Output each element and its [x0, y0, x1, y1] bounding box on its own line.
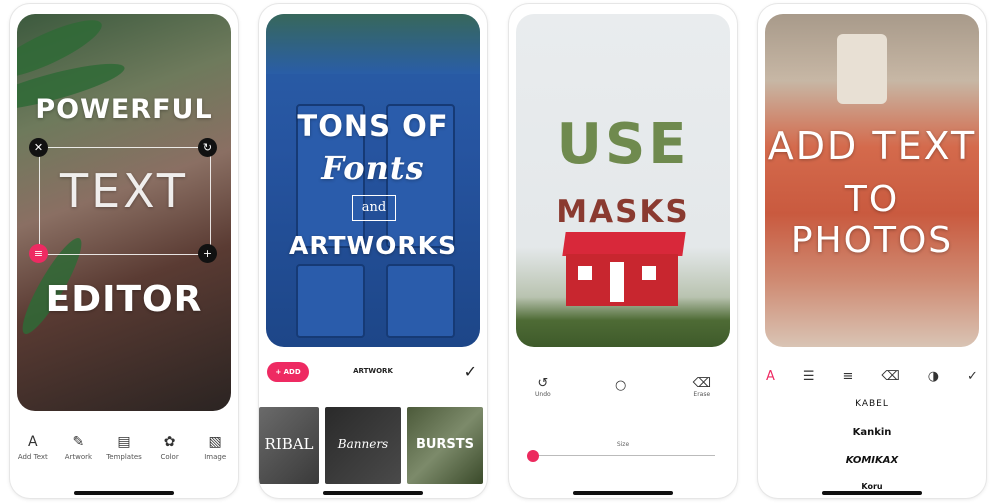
photo-canvas: ADD TEXT TO PHOTOS [765, 14, 979, 347]
foliage-decoration [266, 14, 480, 74]
phone-mockup-add-text-to-photos: ADD TEXT TO PHOTOS A ☰ ≡ ⌫ ◑ ✓ KABEL Kan… [758, 4, 986, 498]
phone-mockup-fonts-artworks: TONS OF Fonts and ARTWORKS + ADD ARTWORK… [259, 4, 487, 498]
headline-powerful[interactable]: POWERFUL [17, 94, 231, 125]
thumbnail-label: Banners [337, 437, 389, 451]
delete-handle-icon[interactable]: ✕ [29, 138, 48, 157]
pencil-icon: ✎ [72, 434, 85, 450]
confirm-check-icon[interactable]: ✓ [464, 362, 477, 381]
thumbnail-label: BURSTS [415, 437, 475, 452]
phone-mockup-use-masks: USE MASKS ↺ Undo ○ ⌫ Erase Size [509, 4, 737, 498]
adjust-sliders-icon[interactable]: ☰ [803, 369, 815, 384]
house-roof [562, 232, 686, 256]
artwork-thumbnail[interactable]: RIBAL [259, 407, 319, 484]
image-label: Image [204, 453, 227, 461]
size-slider-knob[interactable] [527, 450, 539, 462]
confirm-check-icon[interactable]: ✓ [967, 369, 978, 384]
headline-artworks[interactable]: ARTWORKS [266, 231, 480, 260]
add-text-label: Add Text [17, 453, 48, 461]
house-window [578, 266, 592, 280]
undo-label: Undo [535, 391, 551, 398]
photo-canvas: USE MASKS [516, 14, 730, 347]
eraser-icon: ⌫ [692, 376, 711, 391]
size-slider-track[interactable] [531, 455, 715, 456]
artwork-thumbnail[interactable]: Banners [325, 407, 401, 484]
rotate-handle-icon[interactable]: ↻ [198, 138, 217, 157]
eraser-icon[interactable]: ⌫ [881, 369, 899, 384]
align-icon[interactable]: ≡ [843, 369, 854, 384]
circle-brush-icon: ○ [615, 378, 627, 393]
size-label: Size [616, 441, 630, 448]
artwork-thumbnail[interactable]: BURSTS [407, 407, 483, 484]
artwork-section-label: ARTWORK [353, 367, 393, 375]
erase-label: Erase [693, 391, 711, 398]
text-a-icon: A [28, 434, 38, 450]
font-option-kankin[interactable]: Kankin [758, 427, 986, 438]
font-option-koru[interactable]: Koru [758, 482, 986, 491]
artwork-button[interactable]: ✎ Artwork [56, 434, 100, 461]
image-icon: ▧ [208, 434, 222, 450]
headline-fonts[interactable]: Fonts [266, 149, 480, 187]
text-style-toolbar: A ☰ ≡ ⌫ ◑ ✓ [766, 369, 978, 384]
editor-toolbar: A Add Text ✎ Artwork ▤ Templates ✿ Color… [10, 434, 238, 461]
home-indicator [573, 491, 673, 495]
headline-editor[interactable]: EDITOR [17, 279, 231, 320]
font-option-kabel[interactable]: KABEL [758, 399, 986, 409]
door-panel [296, 264, 365, 338]
mug-decoration [837, 34, 887, 104]
blend-icon[interactable]: ◑ [928, 369, 939, 384]
headline-masks[interactable]: MASKS [516, 194, 730, 230]
brush-button[interactable]: ○ [615, 378, 626, 393]
headline-add-text[interactable]: ADD TEXT [765, 124, 979, 168]
resize-handle-icon[interactable]: + [198, 244, 217, 263]
home-indicator [74, 491, 174, 495]
font-a-icon[interactable]: A [766, 369, 775, 384]
undo-icon: ↺ [537, 376, 549, 391]
color-button[interactable]: ✿ Color [148, 434, 192, 461]
color-label: Color [160, 453, 179, 461]
undo-button[interactable]: ↺ Undo [535, 376, 551, 398]
artwork-label: Artwork [64, 453, 93, 461]
photo-canvas: TONS OF Fonts and ARTWORKS [266, 14, 480, 347]
house-window [642, 266, 656, 280]
headline-use[interactable]: USE [516, 112, 730, 177]
photo-canvas: POWERFUL ✕ ↻ + ≡ TEXT EDITOR [17, 14, 231, 411]
home-indicator [822, 491, 922, 495]
templates-icon: ▤ [117, 434, 131, 450]
edit-handle-icon[interactable]: ≡ [29, 244, 48, 263]
image-button[interactable]: ▧ Image [193, 434, 237, 461]
headline-and[interactable]: and [352, 195, 396, 221]
headline-text[interactable]: TEXT [17, 164, 231, 218]
font-option-komikax[interactable]: KOMIKAX [758, 455, 986, 466]
templates-button[interactable]: ▤ Templates [102, 434, 146, 461]
home-indicator [323, 491, 423, 495]
thumbnail-label: RIBAL [264, 435, 314, 453]
door-panel [386, 264, 455, 338]
phone-mockup-powerful-text-editor: POWERFUL ✕ ↻ + ≡ TEXT EDITOR A Add Text … [10, 4, 238, 498]
house-wall [566, 254, 678, 306]
artwork-bar: + ADD ARTWORK ✓ [267, 362, 479, 382]
templates-label: Templates [106, 453, 142, 461]
headline-to-photos[interactable]: TO PHOTOS [765, 179, 979, 261]
erase-button[interactable]: ⌫ Erase [693, 376, 711, 398]
house-door [610, 262, 624, 302]
color-wheel-icon: ✿ [163, 434, 176, 450]
mask-toolbar: ↺ Undo ○ ⌫ Erase [519, 376, 727, 408]
add-text-button[interactable]: A Add Text [11, 434, 55, 461]
headline-tons-of[interactable]: TONS OF [266, 109, 480, 143]
